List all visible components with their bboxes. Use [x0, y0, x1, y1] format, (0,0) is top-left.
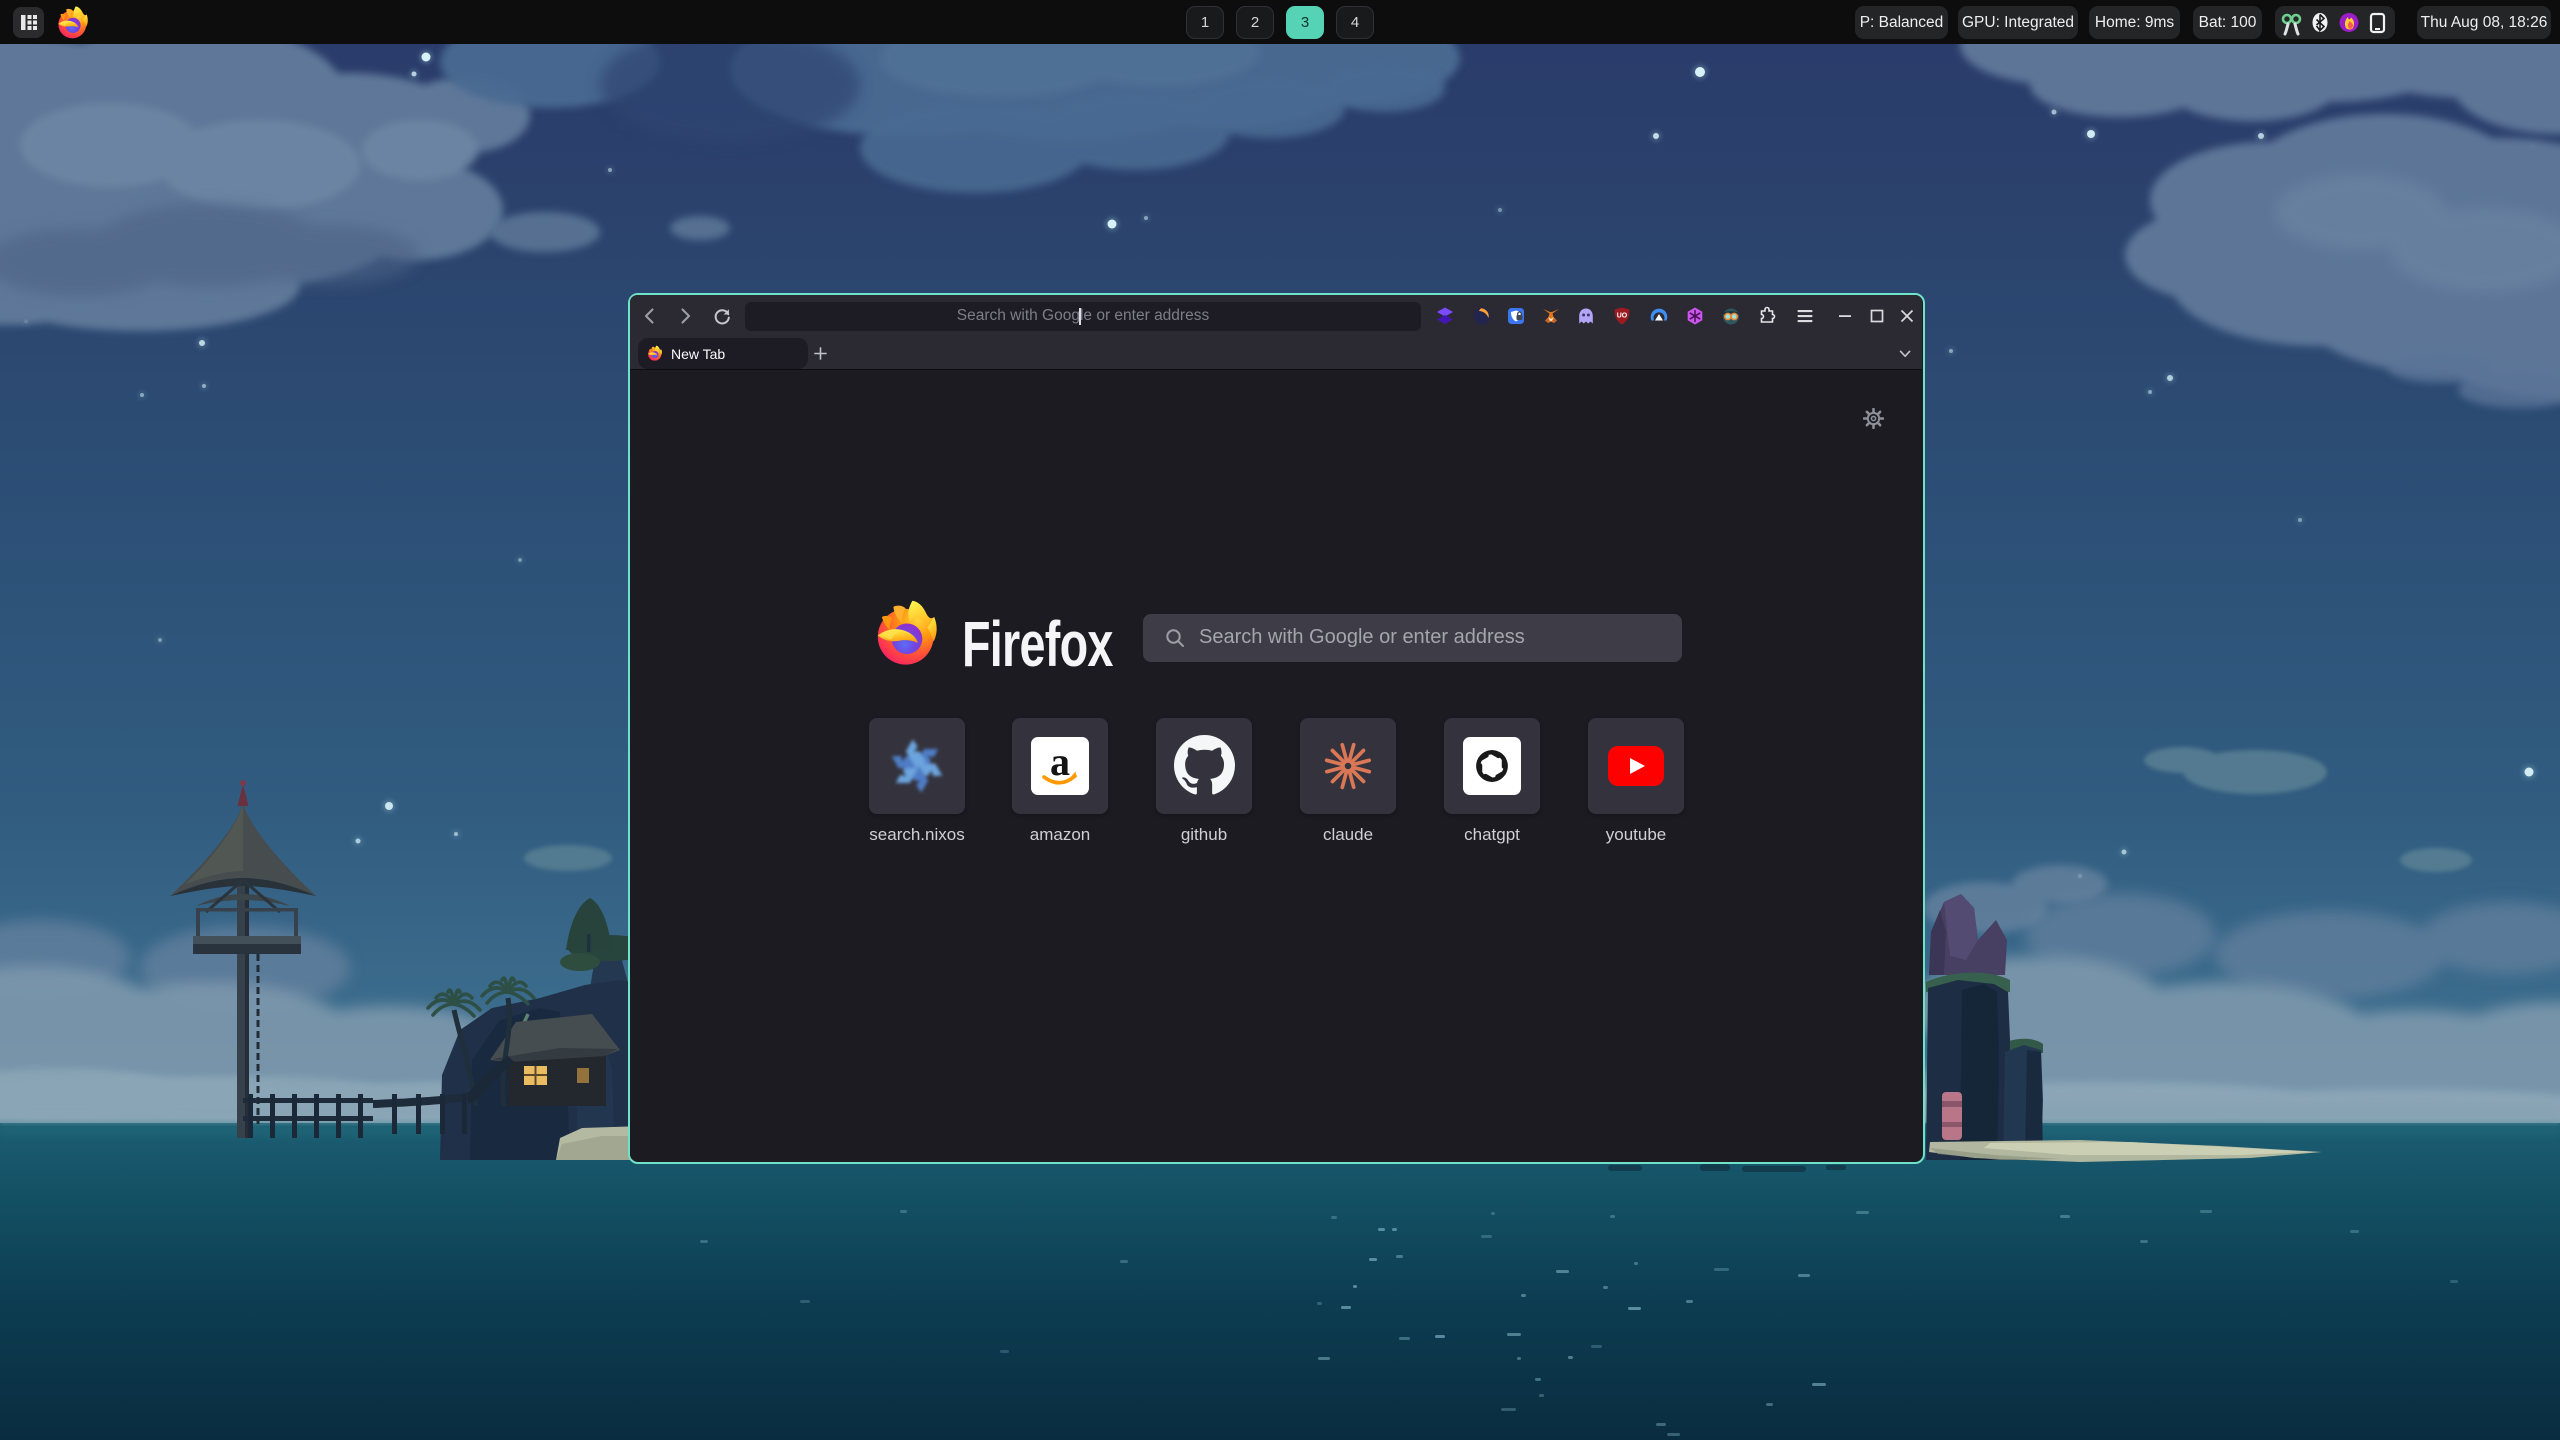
svg-text:UO: UO [1616, 313, 1627, 320]
svg-text:a: a [1050, 739, 1070, 784]
